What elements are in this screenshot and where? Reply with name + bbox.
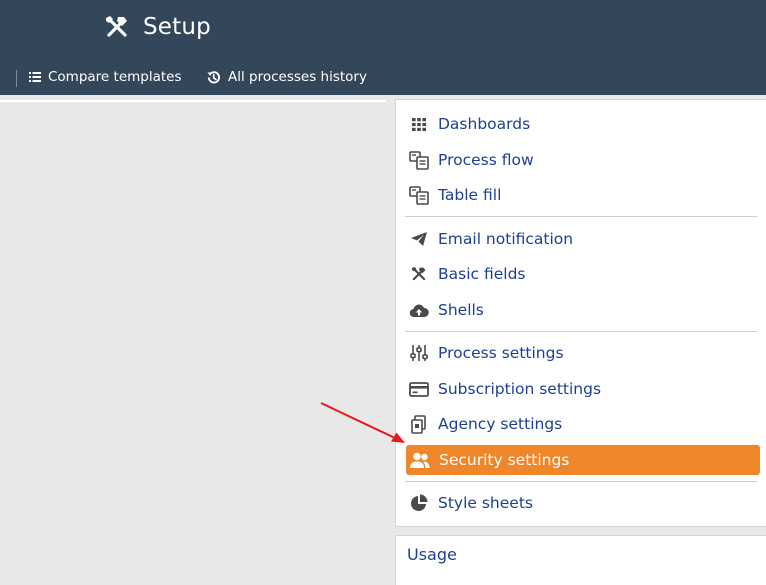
cloud-upload-icon: [408, 300, 429, 321]
table-fill-icon: [408, 185, 429, 206]
history-icon: [207, 70, 221, 83]
usage-panel: Usage: [395, 535, 766, 585]
credit-card-icon: [408, 379, 429, 400]
menu-item-agency-settings[interactable]: Agency settings: [408, 409, 562, 439]
menu-item-label: Shells: [438, 301, 484, 319]
sliders-icon: [408, 343, 429, 364]
menu-item-label: Process flow: [438, 151, 534, 169]
menu-item-dashboards[interactable]: Dashboards: [408, 109, 530, 139]
menu-item-label: Process settings: [438, 344, 564, 362]
users-icon: [409, 450, 430, 471]
menu-item-label: Dashboards: [438, 115, 531, 133]
compare-templates-label: Compare templates: [48, 69, 182, 85]
menu-item-label: Email notification: [438, 230, 574, 248]
menu-item-label: Style sheets: [438, 494, 533, 512]
menu-item-process-flow[interactable]: Process flow: [408, 145, 534, 175]
menu-item-label: Security settings: [439, 451, 570, 469]
setup-menu-panel: Dashboards Process flow Table fill Email…: [395, 99, 766, 527]
menu-item-process-settings[interactable]: Process settings: [408, 338, 564, 368]
menu-item-label: Subscription settings: [438, 380, 602, 398]
page-title: Setup: [143, 14, 211, 40]
menu-item-table-fill[interactable]: Table fill: [408, 180, 501, 210]
content-top-border: [0, 100, 386, 102]
compare-templates-button[interactable]: Compare templates: [29, 69, 182, 85]
all-processes-history-label: All processes history: [228, 69, 367, 85]
pie-chart-icon: [408, 493, 429, 514]
page-header: Setup: [103, 13, 211, 41]
menu-divider: [405, 216, 757, 217]
menu-item-shells[interactable]: Shells: [408, 295, 484, 325]
tools-icon: [408, 264, 429, 285]
menu-divider: [405, 481, 757, 482]
all-processes-history-button[interactable]: All processes history: [206, 69, 367, 85]
annotation-arrow: [320, 402, 405, 443]
menu-item-label: Basic fields: [438, 265, 526, 283]
toolbar-divider: [16, 70, 17, 87]
agency-icon: [408, 414, 429, 435]
menu-item-label: Table fill: [438, 186, 502, 204]
menu-divider: [405, 331, 757, 332]
content-area: [0, 95, 386, 585]
menu-item-subscription-settings[interactable]: Subscription settings: [408, 374, 601, 404]
menu-item-label: Agency settings: [438, 415, 563, 433]
menu-item-security-settings[interactable]: Security settings: [406, 445, 760, 475]
menu-item-basic-fields[interactable]: Basic fields: [408, 259, 525, 289]
menu-item-email-notification[interactable]: Email notification: [408, 224, 573, 254]
grid-icon: [408, 114, 429, 135]
flow-icon: [408, 150, 429, 171]
paper-plane-icon: [408, 229, 429, 250]
usage-heading[interactable]: Usage: [407, 545, 457, 564]
tools-icon: [106, 16, 127, 37]
list-icon: [29, 72, 41, 82]
menu-item-style-sheets[interactable]: Style sheets: [408, 488, 533, 518]
